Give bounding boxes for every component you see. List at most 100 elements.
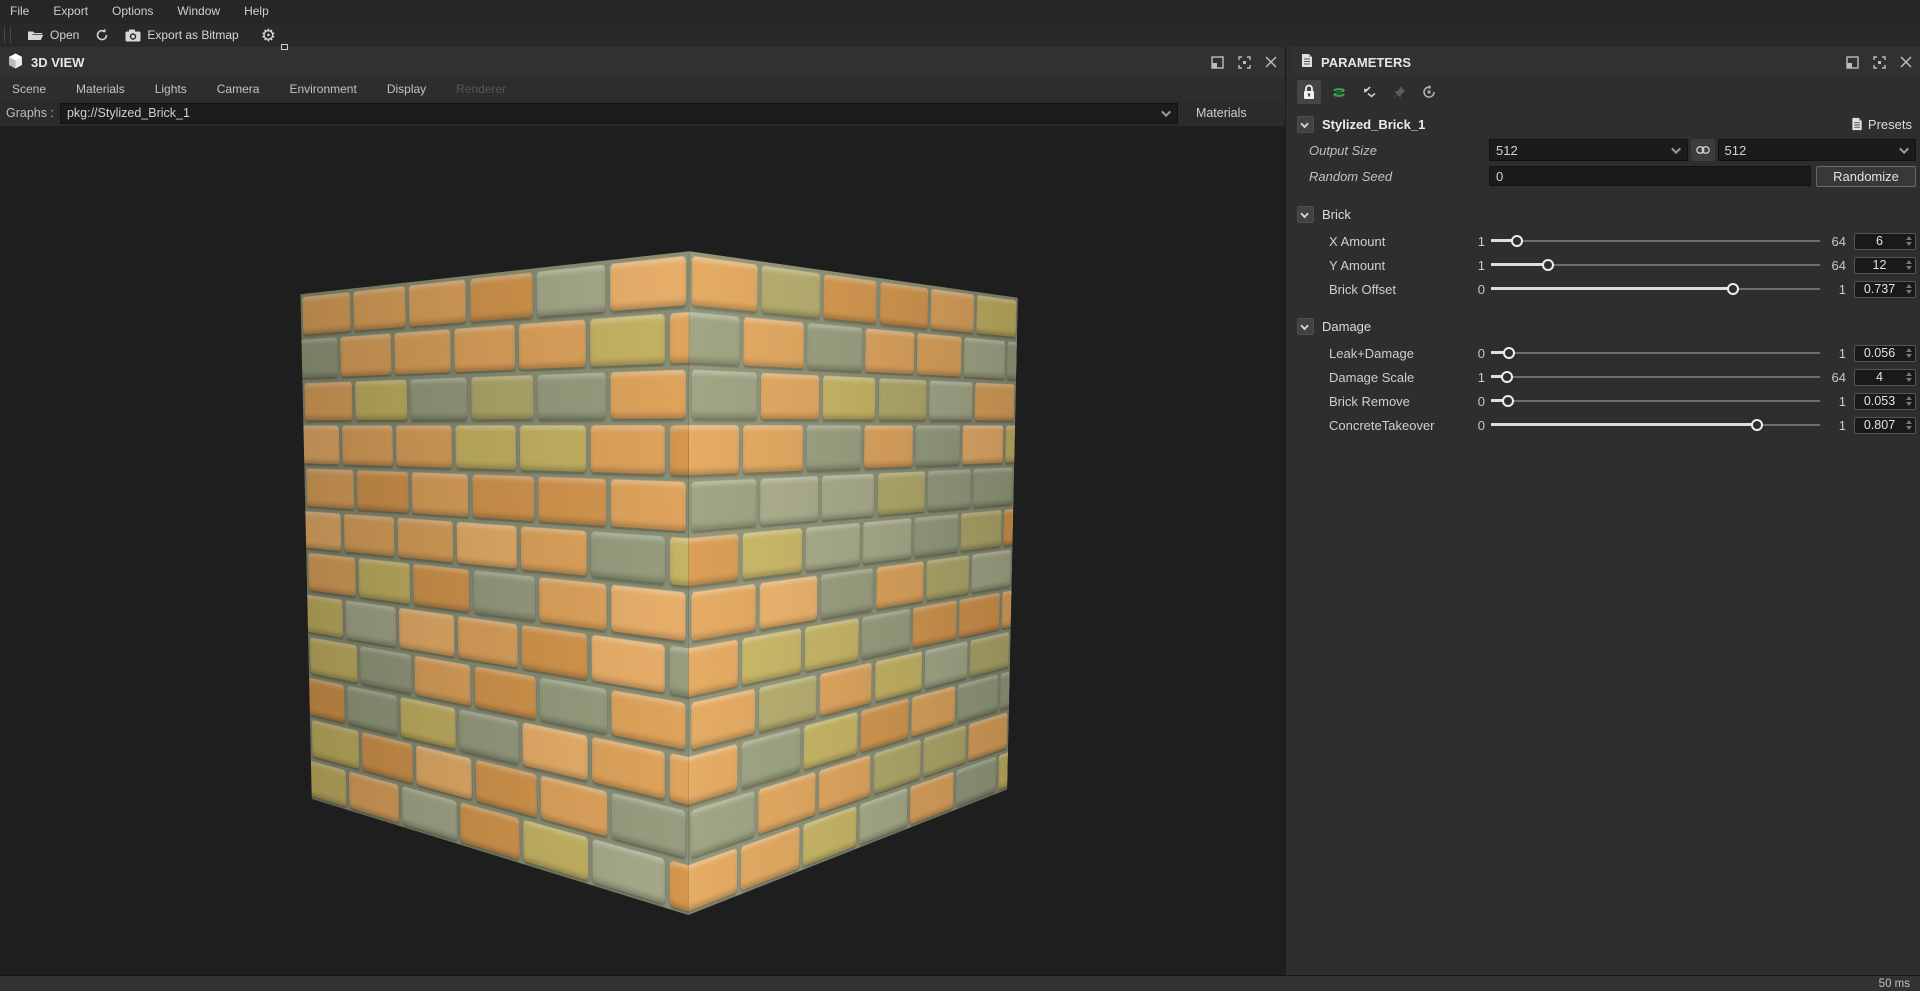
brick — [470, 374, 534, 421]
slider-handle[interactable] — [1727, 283, 1740, 295]
slider-track[interactable] — [1491, 240, 1820, 242]
spinner-icons[interactable] — [1904, 420, 1915, 430]
sync-button[interactable] — [1327, 80, 1351, 104]
brick — [691, 255, 758, 312]
open-button[interactable]: Open — [19, 23, 87, 48]
slider-handle[interactable] — [1511, 235, 1524, 247]
brick — [742, 425, 804, 474]
render-time: 50 ms — [1878, 977, 1910, 990]
slider-handle[interactable] — [1502, 395, 1515, 407]
menu-help[interactable]: Help — [244, 4, 269, 18]
maximize-panel-icon[interactable] — [1873, 55, 1886, 69]
menu-window[interactable]: Window — [177, 4, 220, 18]
brick — [611, 585, 687, 642]
param-max: 64 — [1831, 257, 1846, 273]
spinner-icons[interactable] — [1904, 348, 1915, 358]
tab-display[interactable]: Display — [387, 82, 426, 96]
randomize-button[interactable]: Randomize — [1816, 165, 1916, 187]
slider-handle[interactable] — [1503, 347, 1516, 359]
brick — [1004, 425, 1016, 463]
brick — [743, 317, 805, 369]
brick — [591, 531, 665, 585]
brick — [538, 577, 607, 631]
slider-handle[interactable] — [1542, 259, 1555, 271]
float-panel-icon[interactable] — [1211, 55, 1224, 69]
param-value-input[interactable]: 0.807 — [1854, 416, 1916, 434]
lock-icon — [1304, 84, 1314, 99]
brick — [518, 319, 587, 370]
brick — [864, 328, 915, 374]
collapse-graph-button[interactable] — [1297, 115, 1314, 133]
param-value-input[interactable]: 12 — [1854, 256, 1916, 274]
tab-camera[interactable]: Camera — [217, 82, 260, 96]
param-min: 0 — [1477, 417, 1485, 433]
brick — [820, 568, 874, 619]
output-width-dropdown[interactable]: 512 — [1489, 139, 1688, 161]
menu-file[interactable]: File — [10, 4, 29, 18]
collapse-section-button[interactable] — [1297, 317, 1314, 335]
brick — [305, 468, 355, 510]
brick — [878, 377, 927, 421]
output-height-dropdown[interactable]: 512 — [1717, 139, 1916, 161]
param-value-input[interactable]: 0.053 — [1854, 392, 1916, 410]
menu-export[interactable]: Export — [53, 4, 88, 18]
close-panel-icon[interactable] — [1900, 56, 1912, 68]
spinner-icons[interactable] — [1904, 396, 1915, 406]
spinner-icons[interactable] — [1904, 284, 1915, 294]
param-slider[interactable] — [1491, 394, 1820, 408]
brick — [358, 558, 411, 605]
param-slider[interactable] — [1491, 418, 1820, 432]
tab-environment[interactable]: Environment — [289, 82, 356, 96]
brick — [309, 636, 358, 684]
brick — [536, 263, 606, 317]
expand-values-button[interactable] — [1357, 80, 1381, 104]
param-value-input[interactable]: 6 — [1854, 232, 1916, 250]
param-slider[interactable] — [1491, 258, 1820, 272]
param-slider[interactable] — [1491, 234, 1820, 248]
slider-track[interactable] — [1491, 376, 1820, 378]
spinner-icons[interactable] — [1904, 260, 1915, 270]
param-slider[interactable] — [1491, 282, 1820, 296]
main-area: 3D VIEW Scene Materials Lights Camera Enviro… — [0, 47, 1920, 975]
lock-button[interactable] — [1297, 80, 1321, 104]
param-row-brick-offset: Brick Offset 0 1 0.737 — [1297, 277, 1916, 301]
random-seed-input[interactable]: 0 — [1489, 166, 1811, 186]
brick — [453, 324, 516, 372]
brick — [877, 471, 926, 516]
export-as-bitmap-button[interactable]: Export as Bitmap — [117, 23, 246, 48]
refresh-button[interactable] — [87, 23, 117, 48]
param-slider[interactable] — [1491, 370, 1820, 384]
menu-options[interactable]: Options — [112, 4, 153, 18]
spinner-icons[interactable] — [1904, 372, 1915, 382]
close-panel-icon[interactable] — [1265, 56, 1277, 68]
float-panel-icon[interactable] — [1846, 55, 1859, 69]
brick — [690, 479, 757, 532]
presets-button[interactable]: Presets — [1851, 117, 1916, 132]
panel-splitter[interactable] — [1285, 47, 1293, 975]
param-value-input[interactable]: 0.056 — [1854, 344, 1916, 362]
settings-button[interactable]: ⚙ — [253, 23, 288, 50]
pin-button[interactable] — [1387, 80, 1411, 104]
tab-lights[interactable]: Lights — [155, 82, 187, 96]
viewport-3d[interactable] — [0, 126, 1285, 975]
tab-materials[interactable]: Materials — [76, 82, 125, 96]
param-value-input[interactable]: 0.737 — [1854, 280, 1916, 298]
slider-track[interactable] — [1491, 352, 1820, 354]
toolbar-drag-handle[interactable] — [4, 27, 11, 43]
spinner-icons[interactable] — [1904, 236, 1915, 246]
slider-handle[interactable] — [1750, 419, 1763, 431]
maximize-panel-icon[interactable] — [1238, 55, 1251, 69]
brick — [761, 264, 821, 319]
graph-select-dropdown[interactable]: pkg://Stylized_Brick_1 — [59, 102, 1178, 124]
slider-handle[interactable] — [1500, 371, 1513, 383]
brick — [691, 369, 757, 420]
reset-button[interactable] — [1417, 80, 1441, 104]
param-value-input[interactable]: 4 — [1854, 368, 1916, 386]
brick — [590, 313, 665, 367]
link-size-button[interactable] — [1690, 139, 1715, 161]
output-width-value: 512 — [1496, 142, 1518, 158]
collapse-section-button[interactable] — [1297, 205, 1314, 223]
param-slider[interactable] — [1491, 346, 1820, 360]
slider-track[interactable] — [1491, 400, 1820, 402]
tab-scene[interactable]: Scene — [12, 82, 46, 96]
